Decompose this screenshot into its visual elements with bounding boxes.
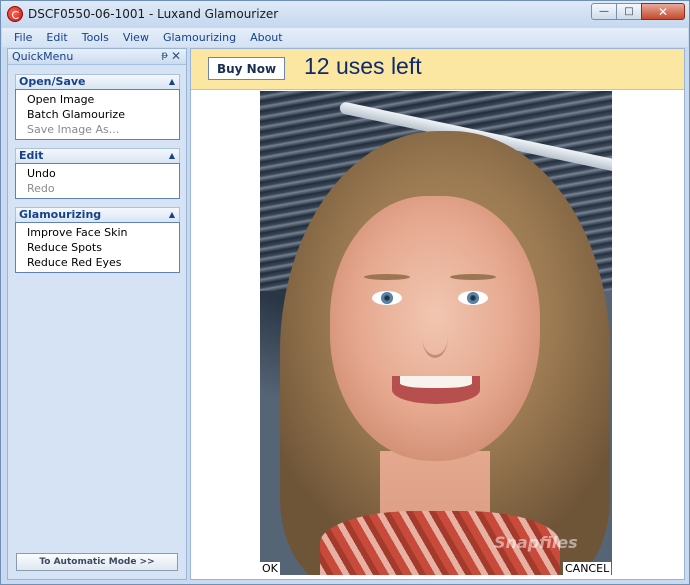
group-title: Open/Save — [19, 75, 86, 88]
automatic-mode-button[interactable]: To Automatic Mode >> — [16, 553, 178, 571]
minimize-button[interactable]: — — [591, 3, 617, 20]
menu-file[interactable]: File — [14, 31, 32, 44]
quickmenu-header: QuickMenu ᵽ ✕ — [8, 49, 186, 65]
photo-brow-left — [364, 274, 410, 280]
group-title: Glamourizing — [19, 208, 102, 221]
caret-up-icon: ▲ — [168, 77, 175, 86]
photo-eye-right — [458, 291, 488, 305]
photo-face — [330, 196, 540, 461]
menu-edit[interactable]: Edit — [46, 31, 67, 44]
group-title: Edit — [19, 149, 44, 162]
window-controls: — □ ✕ — [591, 3, 685, 20]
menu-view[interactable]: View — [123, 31, 149, 44]
close-icon: ✕ — [657, 4, 669, 19]
reduce-red-eyes-item[interactable]: Reduce Red Eyes — [16, 255, 179, 270]
improve-face-skin-item[interactable]: Improve Face Skin — [16, 225, 179, 240]
main-area: Buy Now 12 uses left Snapfiles OK CANCEL — [190, 48, 685, 580]
panel-close-icon[interactable]: ✕ — [171, 49, 181, 63]
app-window: DSCF0550-06-1001 - Luxand Glamourizer — … — [0, 0, 690, 585]
group-header-edit[interactable]: Edit ▲ — [15, 148, 180, 163]
group-open-save: Open/Save ▲ Open Image Batch Glamourize … — [15, 74, 180, 140]
photo-brow-right — [450, 274, 496, 280]
photo-eye-left — [372, 291, 402, 305]
ok-button[interactable]: OK — [260, 562, 280, 575]
open-image-item[interactable]: Open Image — [16, 92, 179, 107]
photo-mouth — [392, 376, 480, 404]
undo-item[interactable]: Undo — [16, 166, 179, 181]
group-body: Undo Redo — [15, 163, 180, 199]
menu-glamourizing[interactable]: Glamourizing — [163, 31, 236, 44]
group-header-open-save[interactable]: Open/Save ▲ — [15, 74, 180, 89]
photo-nose — [422, 316, 448, 358]
menu-bar: File Edit Tools View Glamourizing About — [2, 28, 688, 47]
luxand-logo-icon — [7, 6, 23, 22]
cancel-button[interactable]: CANCEL — [563, 562, 612, 575]
group-edit: Edit ▲ Undo Redo — [15, 148, 180, 199]
group-body: Open Image Batch Glamourize Save Image A… — [15, 89, 180, 140]
buy-now-button[interactable]: Buy Now — [208, 57, 285, 80]
maximize-icon: □ — [624, 6, 634, 17]
uses-left-text: 12 uses left — [304, 53, 422, 79]
photo-canvas[interactable] — [260, 91, 612, 575]
title-bar: DSCF0550-06-1001 - Luxand Glamourizer — … — [1, 1, 689, 27]
reduce-spots-item[interactable]: Reduce Spots — [16, 240, 179, 255]
minimize-icon: — — [599, 6, 609, 17]
window-title: DSCF0550-06-1001 - Luxand Glamourizer — [28, 7, 279, 21]
pin-icon[interactable]: ᵽ — [161, 50, 168, 61]
redo-item: Redo — [27, 182, 55, 195]
group-header-glamourizing[interactable]: Glamourizing ▲ — [15, 207, 180, 222]
group-glamourizing: Glamourizing ▲ Improve Face Skin Reduce … — [15, 207, 180, 273]
menu-about[interactable]: About — [250, 31, 283, 44]
watermark-text: Snapfiles — [494, 533, 578, 552]
save-image-as-item: Save Image As... — [27, 123, 120, 136]
maximize-button[interactable]: □ — [616, 3, 642, 20]
caret-up-icon: ▲ — [168, 210, 175, 219]
caret-up-icon: ▲ — [168, 151, 175, 160]
promo-banner: Buy Now 12 uses left — [191, 49, 684, 90]
quickmenu-title: QuickMenu — [12, 50, 74, 63]
close-button[interactable]: ✕ — [641, 3, 685, 20]
quickmenu-panel: QuickMenu ᵽ ✕ Open/Save ▲ Open Image Bat… — [7, 48, 187, 580]
menu-tools[interactable]: Tools — [82, 31, 109, 44]
batch-glamourize-item[interactable]: Batch Glamourize — [16, 107, 179, 122]
group-body: Improve Face Skin Reduce Spots Reduce Re… — [15, 222, 180, 273]
